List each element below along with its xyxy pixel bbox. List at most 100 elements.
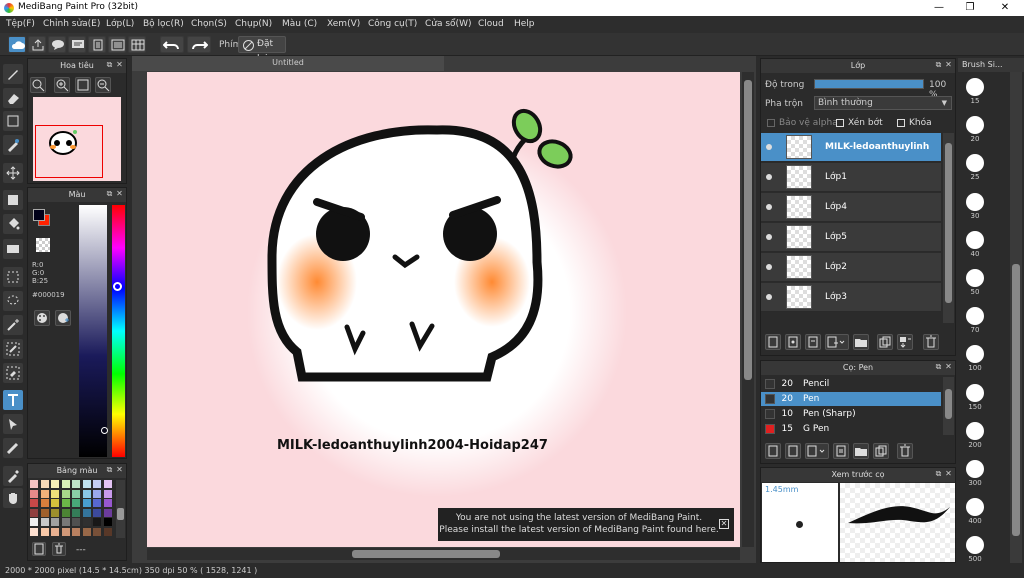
gradient-tool[interactable] <box>3 239 23 259</box>
close-icon[interactable]: ✕ <box>944 470 953 479</box>
hand-tool[interactable] <box>3 488 23 508</box>
brush-settings-button[interactable] <box>833 443 849 459</box>
brush-size-option[interactable]: 25 <box>964 154 986 181</box>
transparent-swatch[interactable] <box>36 238 50 252</box>
horizontal-scrollbar[interactable] <box>147 548 740 560</box>
palette-swatch[interactable] <box>30 480 38 488</box>
menu-window[interactable]: Cửa sổ(W) <box>425 19 471 29</box>
popout-icon[interactable]: ⧉ <box>105 190 114 199</box>
layer-row[interactable]: Lớp1 <box>761 163 941 192</box>
palette-swatch[interactable] <box>61 489 70 498</box>
navigator-thumbnail[interactable] <box>33 97 121 181</box>
message-button[interactable] <box>68 36 86 53</box>
new-halftone-layer-button[interactable] <box>785 334 801 350</box>
palette-swatch[interactable] <box>103 518 112 527</box>
layer-row[interactable]: Lớp5 <box>761 223 941 252</box>
brush-folder-button[interactable] <box>853 443 869 459</box>
palette-swatch[interactable] <box>103 528 112 536</box>
cloud-button[interactable] <box>8 36 26 53</box>
brush-size-option[interactable]: 15 <box>964 78 986 105</box>
minimize-button[interactable]: — <box>924 1 954 15</box>
menu-edit[interactable]: Chỉnh sửa(E) <box>43 19 100 29</box>
maximize-button[interactable]: ❐ <box>955 1 985 15</box>
lasso-tool[interactable] <box>3 291 23 311</box>
close-icon[interactable]: ✕ <box>115 190 124 199</box>
zoom-out-button[interactable] <box>95 77 111 93</box>
divide-tool[interactable] <box>3 438 23 458</box>
brush-row[interactable]: 20 Pencil <box>761 377 941 391</box>
blend-select[interactable]: Bình thường ▼ <box>814 96 952 110</box>
palette-swatch[interactable] <box>61 499 70 508</box>
delete-layer-button[interactable] <box>923 334 939 350</box>
select-eraser-tool[interactable] <box>3 363 23 383</box>
palette-swatch[interactable] <box>61 518 70 527</box>
clip-checkbox[interactable] <box>836 119 844 127</box>
palette-swatch[interactable] <box>51 480 59 488</box>
palette-swatch[interactable] <box>61 528 70 536</box>
brush-size-option[interactable]: 40 <box>964 230 986 258</box>
visibility-eye-icon[interactable] <box>766 144 772 150</box>
palette-swatch[interactable] <box>72 480 80 488</box>
brush-row[interactable]: 15 G Pen <box>761 422 941 436</box>
palette-swatch[interactable] <box>82 518 91 527</box>
palette-swatch[interactable] <box>82 528 91 536</box>
popout-icon[interactable]: ⧉ <box>105 61 114 70</box>
palette-swatch[interactable] <box>40 480 49 488</box>
palette-swatch[interactable] <box>40 499 49 508</box>
eyedropper-tool[interactable] <box>3 466 23 486</box>
layer-folder-button[interactable] <box>853 334 869 350</box>
visibility-eye-icon[interactable] <box>766 174 772 180</box>
close-icon[interactable]: ✕ <box>944 61 953 70</box>
popout-icon[interactable]: ⧉ <box>934 363 943 372</box>
brightness-bar[interactable] <box>79 205 108 457</box>
popout-icon[interactable]: ⧉ <box>105 466 114 475</box>
notice-close-button[interactable]: ✕ <box>719 519 729 529</box>
palette-swatch[interactable] <box>103 499 112 508</box>
brush-size-option[interactable]: 500 <box>964 536 986 563</box>
text-tool[interactable] <box>3 390 23 410</box>
delete-brush-button[interactable] <box>897 443 913 459</box>
menu-tools[interactable]: Công cụ(T) <box>368 19 417 29</box>
brush-size-option[interactable]: 150 <box>964 383 986 411</box>
palette-swatch[interactable] <box>40 528 49 536</box>
brush-tool[interactable] <box>3 64 23 84</box>
menu-color[interactable]: Màu (C) <box>282 19 317 29</box>
visibility-eye-icon[interactable] <box>766 204 772 210</box>
hue-bar[interactable] <box>112 205 125 457</box>
zoom-in-button[interactable] <box>54 77 70 93</box>
palette-swatch[interactable] <box>72 518 80 527</box>
brush-size-option[interactable]: 400 <box>964 498 986 525</box>
palette-swatch[interactable] <box>103 480 112 488</box>
magic-wand-tool[interactable] <box>3 315 23 335</box>
brightness-cursor[interactable] <box>101 427 108 434</box>
palette-swatch[interactable] <box>51 499 59 508</box>
palette-swatch[interactable] <box>40 518 49 527</box>
new-layer-button[interactable] <box>765 334 781 350</box>
new-8bit-layer-button[interactable] <box>805 334 821 350</box>
brush-size-option[interactable]: 30 <box>964 192 986 220</box>
menu-cloud[interactable]: Cloud <box>478 19 504 29</box>
palette-swatch[interactable] <box>61 480 70 488</box>
layer-row[interactable]: MILK-ledoanthuylinh <box>761 133 941 162</box>
popout-icon[interactable]: ⧉ <box>934 61 943 70</box>
brush-scrollbar[interactable] <box>943 377 954 435</box>
palette-swatch[interactable] <box>93 480 101 488</box>
layer-row[interactable]: Lớp3 <box>761 283 941 312</box>
blur-tool[interactable] <box>3 135 23 155</box>
add-layer-dropdown[interactable] <box>825 334 849 350</box>
protect-alpha-checkbox[interactable] <box>767 119 775 127</box>
brush-size-option[interactable]: 200 <box>964 421 986 449</box>
palette-swatch[interactable] <box>82 489 91 498</box>
palette-swatch[interactable] <box>93 508 101 517</box>
fit-screen-button[interactable] <box>75 77 91 93</box>
undo-button[interactable] <box>160 36 184 53</box>
palette-add-button[interactable] <box>32 542 46 556</box>
palette-swatch[interactable] <box>82 499 91 508</box>
palette-swatch[interactable] <box>51 489 59 498</box>
menu-select[interactable]: Chọn(S) <box>191 19 227 29</box>
palette-swatch[interactable] <box>30 499 38 508</box>
brush-page-button[interactable] <box>785 443 801 459</box>
brush-size-option[interactable]: 20 <box>964 116 986 143</box>
layer-row[interactable]: Lớp2 <box>761 253 941 282</box>
palette-swatch[interactable] <box>40 508 49 517</box>
